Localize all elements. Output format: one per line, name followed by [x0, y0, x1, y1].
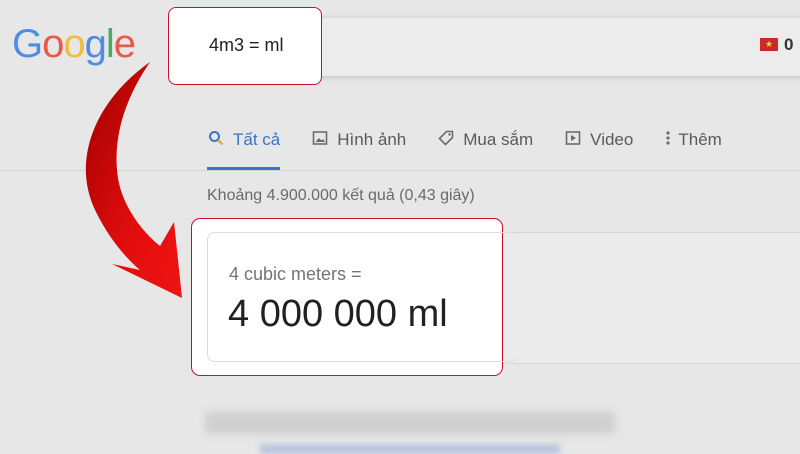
answer-lead: 4 cubic meters =	[229, 264, 362, 284]
answer-value: 4 000 000 ml	[228, 293, 448, 335]
search-query-text[interactable]: 4m3 = ml	[209, 35, 284, 56]
conversion-answer-box: 4 cubic meters = 4 000 000 ml	[191, 218, 517, 376]
search-query-box[interactable]: 4m3 = ml	[168, 7, 322, 85]
